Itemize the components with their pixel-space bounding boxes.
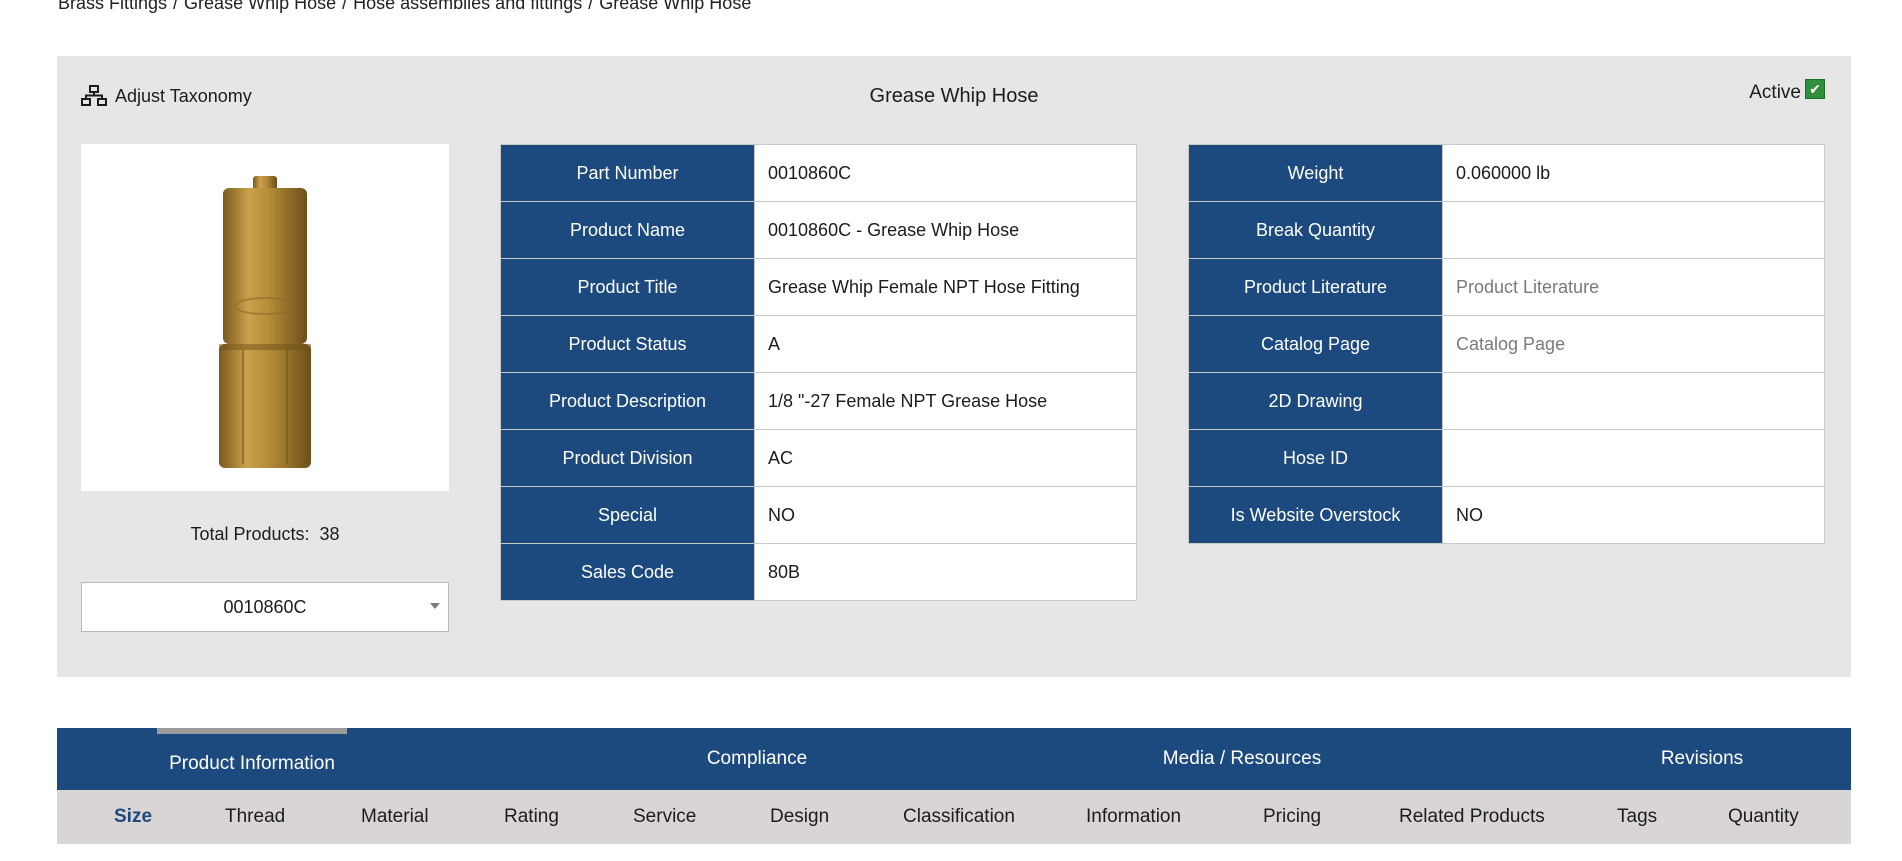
spec-value: AC [754,429,1137,487]
breadcrumb-item[interactable]: Grease Whip Hose [599,0,751,13]
spec-value [1442,201,1825,259]
active-checkbox[interactable]: ✔ [1805,79,1825,99]
subtab-related-products[interactable]: Related Products [1399,790,1545,844]
active-label: Active [1749,82,1801,103]
subtab-rating[interactable]: Rating [504,790,559,844]
subtab-design[interactable]: Design [770,790,829,844]
part-select[interactable]: 0010860C [81,582,449,632]
total-products-label: Total Products: [190,524,310,544]
spec-label: Sales Code [500,543,755,601]
breadcrumb-item[interactable]: Hose assemblies and fittings [353,0,582,13]
spec-row: Product Status A [500,315,1137,373]
spec-label: Product Name [500,201,755,259]
spec-label: Product Division [500,429,755,487]
tab-product-information[interactable]: Product Information [157,728,347,790]
brass-fitting-image [219,175,311,468]
spec-value: 0010860C [754,144,1137,202]
spec-label: Product Status [500,315,755,373]
catalog-page-link[interactable]: Catalog Page [1442,315,1825,373]
product-title: Grease Whip Hose [869,85,1039,107]
spec-row: Weight 0.060000 lb [1188,144,1825,202]
subtab-size[interactable]: Size [114,790,152,844]
subtab-thread[interactable]: Thread [225,790,285,844]
chevron-down-icon [430,603,440,609]
product-image [81,144,449,491]
spec-row: Product Title Grease Whip Female NPT Hose… [500,258,1137,316]
tab-revisions[interactable]: Revisions [1637,728,1767,790]
tab-compliance[interactable]: Compliance [657,728,857,790]
spec-label: Product Title [500,258,755,316]
spec-label: Break Quantity [1188,201,1443,259]
spec-table-right: Weight 0.060000 lb Break Quantity Product… [1188,144,1825,544]
subtab-service[interactable]: Service [633,790,696,844]
product-literature-link[interactable]: Product Literature [1442,258,1825,316]
subtab-information[interactable]: Information [1086,790,1181,844]
spec-label: Product Literature [1188,258,1443,316]
active-toggle[interactable]: Active ✔ [1749,79,1825,104]
spec-value: 1/8 "-27 Female NPT Grease Hose [754,372,1137,430]
spec-label: Part Number [500,144,755,202]
spec-value [1442,429,1825,487]
spec-value: NO [754,486,1137,544]
spec-row: 2D Drawing [1188,372,1825,430]
spec-value [1442,372,1825,430]
spec-value: 80B [754,543,1137,601]
spec-label: Special [500,486,755,544]
spec-label: Hose ID [1188,429,1443,487]
spec-value: NO [1442,486,1825,544]
spec-value: Grease Whip Female NPT Hose Fitting [754,258,1137,316]
subtab-quantity[interactable]: Quantity [1728,790,1799,844]
subtab-pricing[interactable]: Pricing [1263,790,1321,844]
breadcrumb-item[interactable]: Grease Whip Hose [184,0,336,13]
spec-table-left: Part Number 0010860C Product Name 0010860C… [500,144,1137,601]
spec-row: Product Division AC [500,429,1137,487]
spec-label: Weight [1188,144,1443,202]
spec-label: Catalog Page [1188,315,1443,373]
spec-row: Product Name 0010860C - Grease Whip Hose [500,201,1137,259]
subtab-material[interactable]: Material [361,790,429,844]
spec-label: 2D Drawing [1188,372,1443,430]
spec-value: 0010860C - Grease Whip Hose [754,201,1137,259]
spec-row: Catalog Page Catalog Page [1188,315,1825,373]
main-tabs: Product Information Compliance Media / R… [57,728,1851,790]
part-select-value: 0010860C [223,596,307,617]
tab-media-resources[interactable]: Media / Resources [1132,728,1352,790]
breadcrumb-item[interactable]: Brass Fittings [58,0,167,13]
spec-row: Is Website Overstock NO [1188,486,1825,544]
breadcrumb: Brass Fittings / Grease Whip Hose / Hose ass… [58,0,751,14]
spec-label: Is Website Overstock [1188,486,1443,544]
total-products-value: 38 [319,524,340,544]
subtab-classification[interactable]: Classification [903,790,1015,844]
spec-row: Special NO [500,486,1137,544]
spec-row: Sales Code 80B [500,543,1137,601]
spec-row: Product Literature Product Literature [1188,258,1825,316]
spec-label: Product Description [500,372,755,430]
subtab-tags[interactable]: Tags [1617,790,1657,844]
total-products: Total Products: 38 [81,524,449,545]
spec-value: A [754,315,1137,373]
sub-tabs: Size Thread Material Rating Service Desi… [57,790,1851,844]
spec-row: Product Description 1/8 "-27 Female NPT G… [500,372,1137,430]
product-panel: Adjust Taxonomy Grease Whip Hose Active … [57,56,1851,677]
spec-row: Break Quantity [1188,201,1825,259]
spec-value: 0.060000 lb [1442,144,1825,202]
spec-row: Hose ID [1188,429,1825,487]
spec-row: Part Number 0010860C [500,144,1137,202]
